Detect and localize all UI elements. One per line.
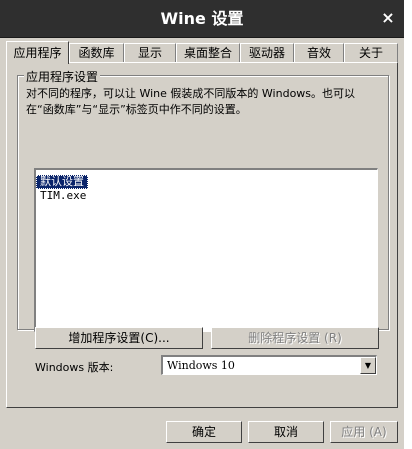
background-strip	[404, 0, 412, 449]
windows-version-select[interactable]: Windows 10 ▼	[161, 355, 377, 375]
ok-button[interactable]: 确定	[166, 421, 242, 443]
list-item[interactable]: 默认设置	[36, 175, 88, 189]
wine-config-window: Wine 设置 × 应用程序 函数库 显示 桌面整合 驱动器 音效 关于 应用程…	[0, 0, 404, 449]
window-title: Wine 设置	[160, 9, 244, 28]
application-list[interactable]: 默认设置 TIM.exe	[34, 168, 378, 332]
windows-version-value: Windows 10	[167, 359, 235, 372]
description-text: 对不同的程序，可以让 Wine 假装成不同版本的 Windows。也可以在“函数…	[26, 87, 356, 116]
tab-drives[interactable]: 驱动器	[240, 43, 294, 62]
title-bar[interactable]: Wine 设置 ×	[0, 0, 404, 38]
close-icon[interactable]: ×	[378, 8, 398, 28]
tab-desktop-integration[interactable]: 桌面整合	[176, 43, 240, 62]
chevron-down-icon[interactable]: ▼	[360, 357, 376, 374]
apply-button[interactable]: 应用 (A)	[330, 421, 398, 443]
application-settings-group: 应用程序设置 对不同的程序，可以让 Wine 假装成不同版本的 Windows。…	[17, 68, 389, 332]
tab-graphics[interactable]: 显示	[124, 43, 176, 62]
list-item[interactable]: TIM.exe	[36, 189, 377, 203]
add-application-button[interactable]: 增加程序设置(C)...	[35, 327, 203, 349]
windows-version-label: Windows 版本:	[35, 361, 114, 374]
group-label: 应用程序设置	[24, 68, 101, 85]
applications-panel: 应用程序设置 对不同的程序，可以让 Wine 假装成不同版本的 Windows。…	[6, 62, 398, 408]
tab-applications[interactable]: 应用程序	[6, 41, 69, 64]
remove-application-button[interactable]: 删除程序设置 (R)	[211, 327, 379, 349]
tab-about[interactable]: 关于	[344, 43, 398, 62]
cancel-button[interactable]: 取消	[248, 421, 324, 443]
tab-audio[interactable]: 音效	[294, 43, 344, 62]
tab-libraries[interactable]: 函数库	[69, 43, 124, 62]
